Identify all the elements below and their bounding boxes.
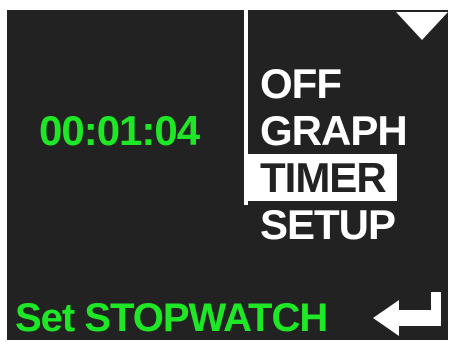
- menu-item-off[interactable]: OFF: [248, 60, 448, 107]
- device-screen: 00:01:04 OFF GRAPH TIMER SETUP Set STOPW…: [7, 10, 448, 340]
- triangle-down-icon[interactable]: [396, 12, 448, 40]
- status-message: Set STOPWATCH: [15, 296, 328, 340]
- elapsed-time-display: 00:01:04: [39, 107, 200, 154]
- mode-menu: OFF GRAPH TIMER SETUP: [248, 60, 448, 248]
- enter-return-icon[interactable]: [369, 288, 445, 338]
- menu-item-setup[interactable]: SETUP: [248, 201, 448, 248]
- menu-item-timer[interactable]: TIMER: [248, 154, 397, 201]
- menu-item-graph[interactable]: GRAPH: [248, 107, 448, 154]
